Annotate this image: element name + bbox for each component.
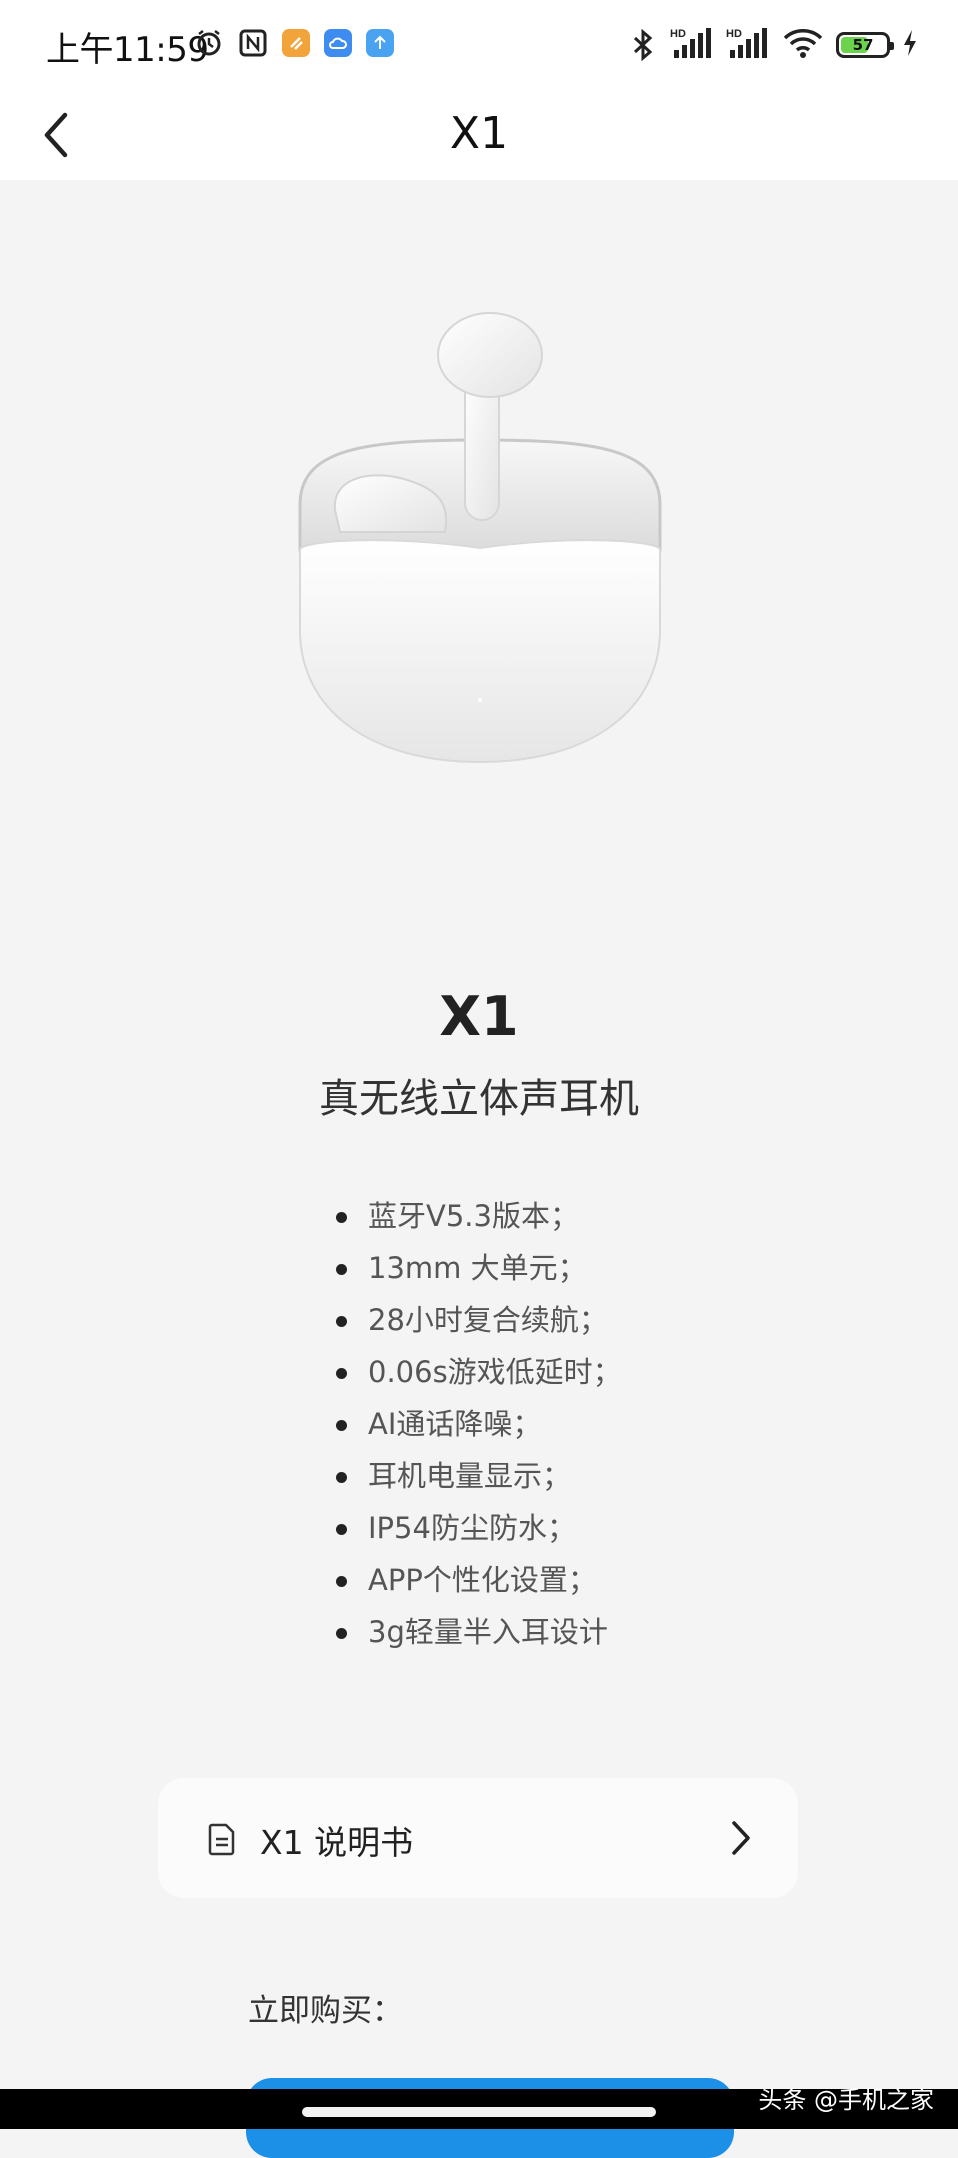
document-icon bbox=[208, 1823, 235, 1856]
feature-item: 耳机电量显示； bbox=[330, 1450, 622, 1502]
alarm-icon bbox=[194, 28, 224, 58]
app-badge-upload bbox=[366, 29, 394, 57]
feature-item: APP个性化设置； bbox=[330, 1554, 622, 1606]
bluetooth-icon bbox=[628, 29, 658, 61]
svg-text:HD: HD bbox=[726, 28, 742, 40]
feature-item: 28小时复合续航； bbox=[330, 1294, 622, 1346]
buy-label: 立即购买： bbox=[248, 1993, 403, 2029]
manual-label: X1 说明书 bbox=[260, 1823, 414, 1862]
charging-icon bbox=[902, 29, 918, 61]
feature-item: 0.06s游戏低延时； bbox=[330, 1346, 622, 1398]
battery-tip bbox=[890, 42, 894, 50]
nav-bar: X1 bbox=[0, 90, 958, 180]
home-indicator[interactable] bbox=[302, 2107, 656, 2117]
page-title: X1 bbox=[449, 108, 509, 159]
feature-list: 蓝牙V5.3版本； 13mm 大单元； 28小时复合续航； 0.06s游戏低延时… bbox=[330, 1190, 622, 1658]
app-badge-cloud bbox=[324, 29, 352, 57]
feature-item: IP54防尘防水； bbox=[330, 1502, 622, 1554]
battery-level: 57 bbox=[852, 36, 874, 54]
status-right-icons: HD HD 57 bbox=[628, 26, 918, 64]
signal-hd-1-icon: HD bbox=[670, 26, 714, 64]
earbuds-product-image bbox=[270, 300, 690, 780]
product-subtitle: 真无线立体声耳机 bbox=[319, 1076, 639, 1122]
manual-link[interactable]: X1 说明书 bbox=[158, 1778, 798, 1898]
status-bar: 上午11:59 HD HD 57 bbox=[0, 0, 958, 90]
app-badge-orange bbox=[282, 29, 310, 57]
wifi-icon bbox=[782, 27, 824, 63]
nfc-icon bbox=[238, 28, 268, 58]
feature-item: AI通话降噪； bbox=[330, 1398, 622, 1450]
battery-icon: 57 bbox=[836, 32, 894, 58]
feature-item: 3g轻量半入耳设计 bbox=[330, 1606, 622, 1658]
feature-item: 13mm 大单元； bbox=[330, 1242, 622, 1294]
watermark: 头条 @手机之家 bbox=[758, 2086, 934, 2114]
status-left-icons bbox=[194, 28, 394, 58]
feature-item: 蓝牙V5.3版本； bbox=[330, 1190, 622, 1242]
status-time: 上午11:59 bbox=[46, 30, 209, 70]
product-name: X1 bbox=[439, 985, 519, 1048]
signal-hd-2-icon: HD bbox=[726, 26, 770, 64]
chevron-right-icon bbox=[732, 1821, 750, 1855]
svg-text:HD: HD bbox=[670, 28, 686, 40]
